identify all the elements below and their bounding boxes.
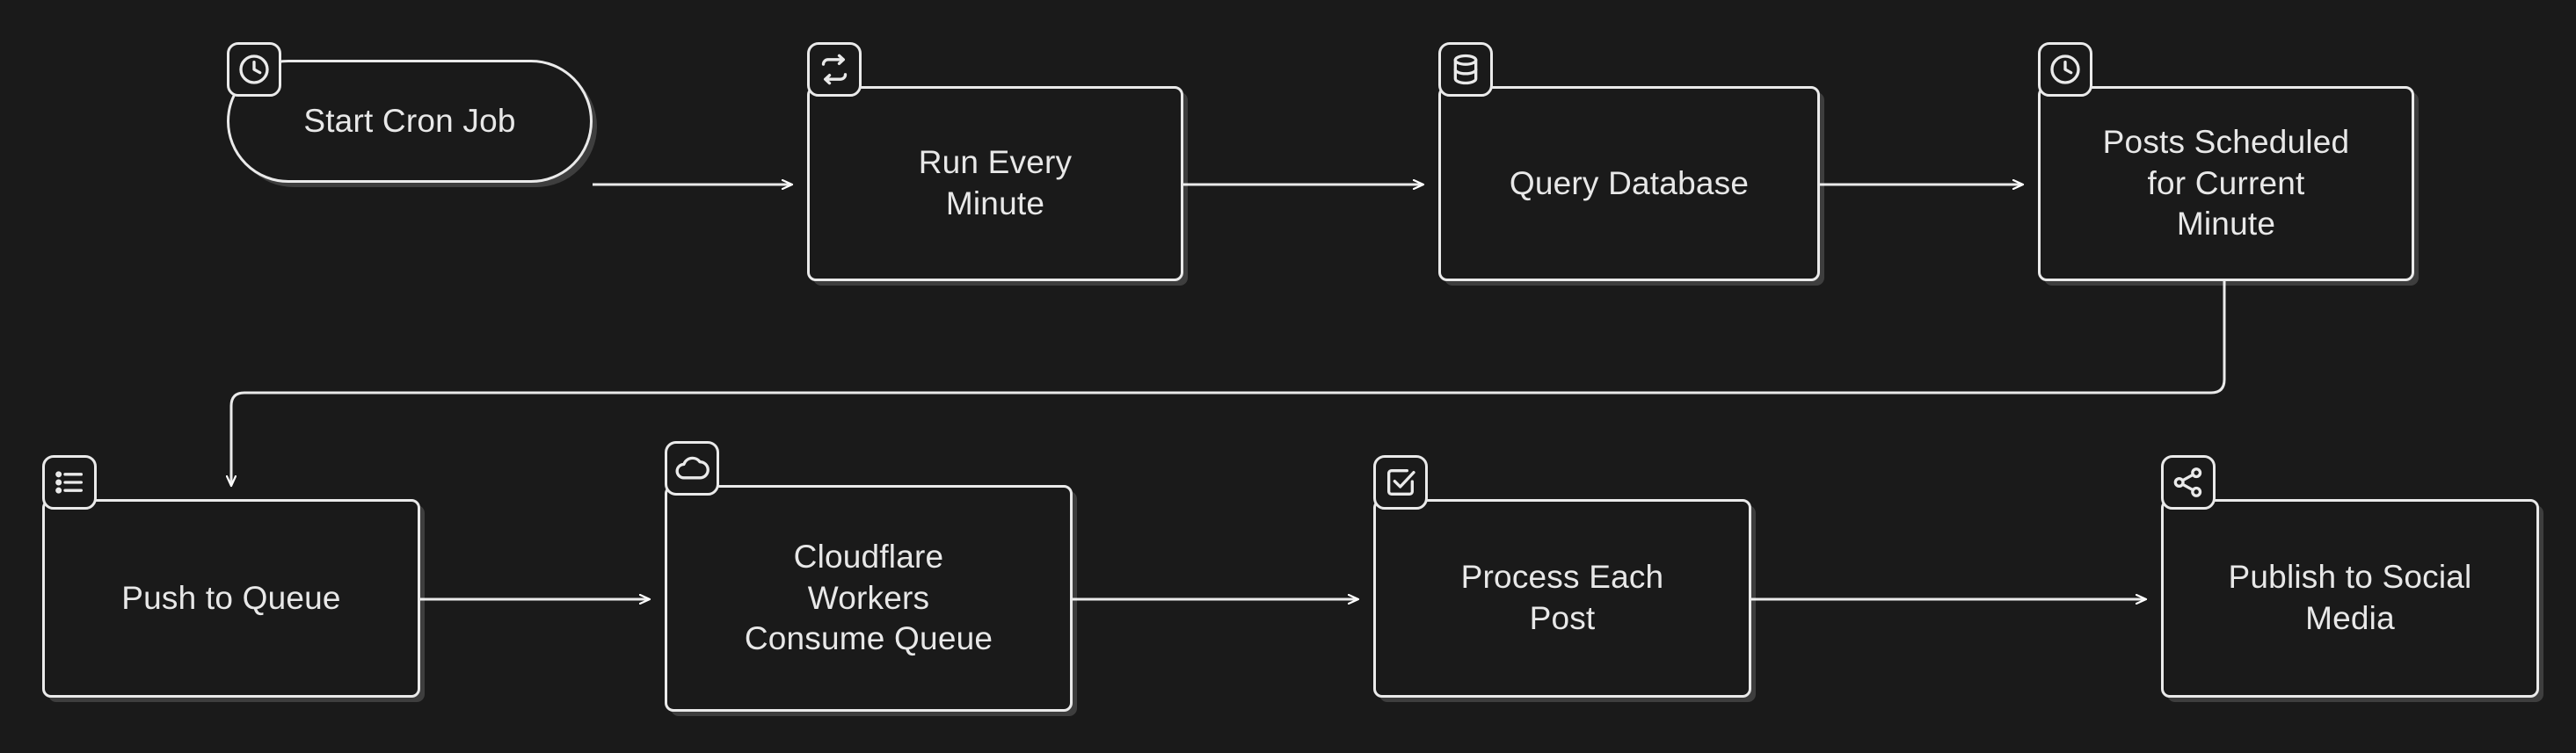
- node-label: Process Each Post: [1460, 559, 1664, 636]
- node-label: Cloudflare Workers Consume Queue: [744, 538, 993, 657]
- node-publish-to-social-media[interactable]: Publish to Social Media: [2161, 499, 2539, 698]
- cloud-icon: [665, 441, 719, 496]
- node-label: Publish to Social Media: [2228, 559, 2472, 636]
- repeat-icon: [807, 42, 862, 97]
- node-label: Run Every Minute: [918, 144, 1073, 221]
- node-posts-scheduled[interactable]: Posts Scheduled for Current Minute: [2038, 86, 2414, 281]
- node-cloudflare-workers[interactable]: Cloudflare Workers Consume Queue: [665, 485, 1073, 712]
- node-label: Start Cron Job: [303, 102, 516, 139]
- list-icon: [42, 455, 97, 510]
- node-push-to-queue[interactable]: Push to Queue: [42, 499, 420, 698]
- node-start-cron-job[interactable]: Start Cron Job: [227, 60, 593, 183]
- node-process-each-post[interactable]: Process Each Post: [1373, 499, 1751, 698]
- clock-icon: [2038, 42, 2092, 97]
- check-square-icon: [1373, 455, 1428, 510]
- edge-posts-to-push: [231, 281, 2226, 485]
- node-query-database[interactable]: Query Database: [1438, 86, 1820, 281]
- share-icon: [2161, 455, 2216, 510]
- node-label: Query Database: [1509, 164, 1750, 201]
- node-label: Push to Queue: [121, 579, 341, 616]
- flowchart-canvas: Start Cron Job Run Every Minute Query Da…: [0, 0, 2576, 753]
- database-icon: [1438, 42, 1493, 97]
- node-run-every-minute[interactable]: Run Every Minute: [807, 86, 1183, 281]
- node-label: Posts Scheduled for Current Minute: [2102, 123, 2350, 243]
- clock-icon: [227, 42, 281, 97]
